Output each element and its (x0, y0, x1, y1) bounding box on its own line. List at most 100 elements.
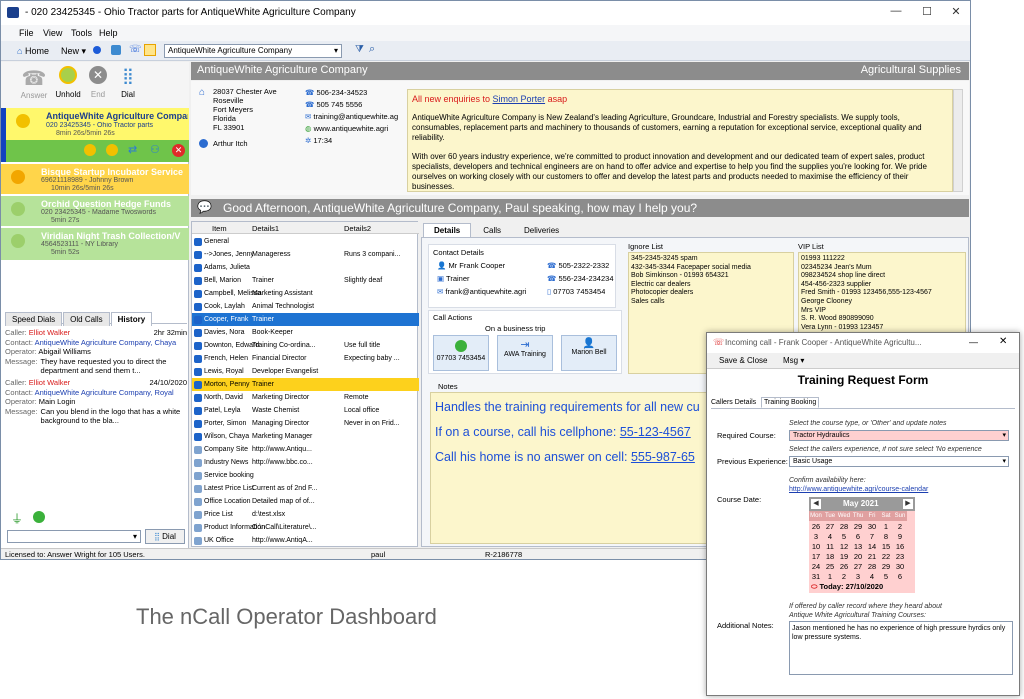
tab-details[interactable]: Details (423, 223, 472, 237)
calendar-day[interactable]: 21 (865, 551, 879, 561)
transfer-icon[interactable]: ⇄ (128, 143, 137, 156)
answer-button[interactable]: ☎ Answer (17, 66, 51, 100)
calendar-day[interactable]: 31 (809, 571, 823, 581)
calendar-day[interactable]: 13 (851, 541, 865, 551)
microphone-icon[interactable]: ⏚ (11, 510, 23, 527)
column-details1[interactable]: Details1 (252, 224, 279, 233)
company-phone1[interactable]: 506-234-34523 (316, 88, 367, 97)
calendar-day[interactable]: 12 (837, 541, 851, 551)
tab-history[interactable]: History (110, 312, 153, 326)
column-details2[interactable]: Details2 (344, 224, 371, 233)
calendar-day[interactable]: 24 (809, 561, 823, 571)
calendar-day[interactable]: 23 (893, 551, 907, 561)
unhold-button[interactable]: Unhold (51, 66, 85, 99)
tab-speed-dials[interactable]: Speed Dials (5, 312, 63, 326)
notes-scrollbar[interactable] (953, 89, 963, 192)
calendar-day[interactable]: 18 (823, 551, 837, 561)
hangup-icon[interactable]: ✕ (172, 144, 185, 157)
save-close-button[interactable]: Save & Close (719, 356, 767, 365)
msg-button[interactable]: Msg ▾ (783, 356, 804, 365)
calendar-day[interactable]: 15 (879, 541, 893, 551)
dial-input[interactable]: ▾ (7, 530, 141, 543)
calendar-day[interactable]: 7 (865, 531, 879, 541)
end-button[interactable]: ✕ End (83, 66, 113, 99)
search-icon[interactable]: ⌕ (369, 43, 375, 56)
list-item[interactable]: Industry News http://www.bbc.co... (192, 456, 419, 469)
calendar-day[interactable]: 27 (823, 521, 837, 531)
calendar-day[interactable]: 10 (809, 541, 823, 551)
monitor-icon[interactable] (144, 44, 156, 56)
dialog-minimize-button[interactable]: — (969, 337, 978, 347)
notes-home-link[interactable]: 555-987-65 (631, 450, 695, 464)
course-date-calendar[interactable]: ◀ May 2021 ▶ Mon Tue Wed Thu Fri Sat Sun 26 27 28… (809, 497, 915, 593)
pin-icon[interactable] (93, 46, 101, 54)
status-online-icon[interactable] (33, 511, 45, 523)
calendar-day[interactable]: 26 (809, 521, 823, 531)
calendar-day[interactable]: 28 (865, 561, 879, 571)
contact-email[interactable]: frank@antiquewhite.agri (445, 287, 526, 296)
list-item[interactable]: General (192, 235, 419, 248)
list-item[interactable]: Bell, Marion Trainer Slightly deaf (192, 274, 419, 287)
calendar-day[interactable]: 25 (823, 561, 837, 571)
calendar-day[interactable]: 4 (865, 571, 879, 581)
minimize-button[interactable]: — (881, 5, 911, 21)
calendar-day[interactable]: 19 (837, 551, 851, 561)
notice-link[interactable]: Simon Porter (493, 94, 546, 104)
list-item[interactable]: Davies, Nora Book-Keeper (192, 326, 419, 339)
column-item[interactable]: Item (212, 224, 227, 233)
calendar-day[interactable]: 29 (851, 521, 865, 531)
unhold-small-icon[interactable] (106, 144, 118, 156)
action-transfer-marion[interactable]: 👤 Marion Bell (561, 335, 617, 371)
list-item[interactable]: UK Office http://www.AntiqA... (192, 534, 419, 547)
list-item[interactable]: Company Site http://www.Antiqu... (192, 443, 419, 456)
contacts-icon[interactable] (111, 45, 121, 55)
calendar-day[interactable]: 11 (823, 541, 837, 551)
contact-mobile[interactable]: 07703 7453454 (553, 287, 605, 296)
menu-view[interactable]: View (43, 28, 62, 38)
dial-submit-button[interactable]: ⣿ Dial (145, 529, 185, 544)
hold-icon[interactable] (84, 144, 96, 156)
menu-file[interactable]: File (19, 28, 34, 38)
maximize-button[interactable]: ☐ (912, 5, 942, 21)
history-entry-1[interactable]: Caller: Elliot Walker 2hr 32min Contact: … (5, 328, 187, 384)
dialog-close-button[interactable]: ✕ (999, 336, 1007, 347)
calendar-day[interactable]: 22 (879, 551, 893, 561)
calendar-day[interactable]: 3 (809, 531, 823, 541)
list-item[interactable]: Wilson, Chaya Marketing Manager (192, 430, 419, 443)
close-button[interactable]: ✕ (941, 5, 971, 21)
calendar-day[interactable]: 30 (865, 521, 879, 531)
conference-icon[interactable]: ⚇ (150, 143, 160, 156)
home-button[interactable]: ⌂ Home (13, 44, 53, 58)
tab-calls[interactable]: Calls (472, 223, 513, 237)
call-card-3[interactable]: Orchid Question Hedge Funds 020 23425345… (1, 196, 189, 226)
tab-old-calls[interactable]: Old Calls (63, 312, 110, 326)
list-item[interactable]: Downton, Edward Training Co-ordina... Use … (192, 339, 419, 352)
company-web[interactable]: www.antiquewhite.agri (314, 124, 389, 133)
calendar-day[interactable]: 4 (823, 531, 837, 541)
prev-month-button[interactable]: ◀ (811, 499, 821, 509)
list-item[interactable]: Campbell, Melissa Marketing Assistant (192, 287, 419, 300)
phone-icon[interactable]: ☏ (129, 44, 142, 55)
notes-cell-link[interactable]: 55-123-4567 (620, 425, 691, 439)
calendar-day[interactable]: 29 (879, 561, 893, 571)
calendar-day[interactable]: 14 (865, 541, 879, 551)
calendar-day[interactable]: 2 (893, 521, 907, 531)
history-entry-2[interactable]: Caller: Elliot Walker 24/10/2020 Contact:… (5, 378, 187, 434)
list-item[interactable]: North, David Marketing Director Remote (192, 391, 419, 404)
next-month-button[interactable]: ▶ (903, 499, 913, 509)
list-item[interactable]: Cook, Laylah Animal Technologist (192, 300, 419, 313)
list-item[interactable]: Price List d:\test.xlsx (192, 508, 419, 521)
previous-experience-select[interactable]: Basic Usage ▾ (789, 456, 1009, 467)
tab-callers-details[interactable]: Callers Details (711, 399, 756, 406)
calendar-day[interactable]: 9 (893, 531, 907, 541)
calendar-day[interactable]: 6 (893, 571, 907, 581)
list-item[interactable]: Adams, Julieta (192, 261, 419, 274)
calendar-day[interactable]: 1 (879, 521, 893, 531)
list-item[interactable]: Morton, Penny Trainer (192, 378, 419, 391)
list-item[interactable]: Latest Price List Current as of 2nd F... (192, 482, 419, 495)
company-email[interactable]: training@antiquewhite.ag (313, 112, 398, 121)
calendar-day[interactable]: 8 (879, 531, 893, 541)
list-item[interactable]: Porter, Simon Managing Director Never in o… (192, 417, 419, 430)
action-transfer-awa[interactable]: ⇥ AWA Training (497, 335, 553, 371)
list-item[interactable]: -->Jones, Jenny Manageress Runs 3 compani.… (192, 248, 419, 261)
